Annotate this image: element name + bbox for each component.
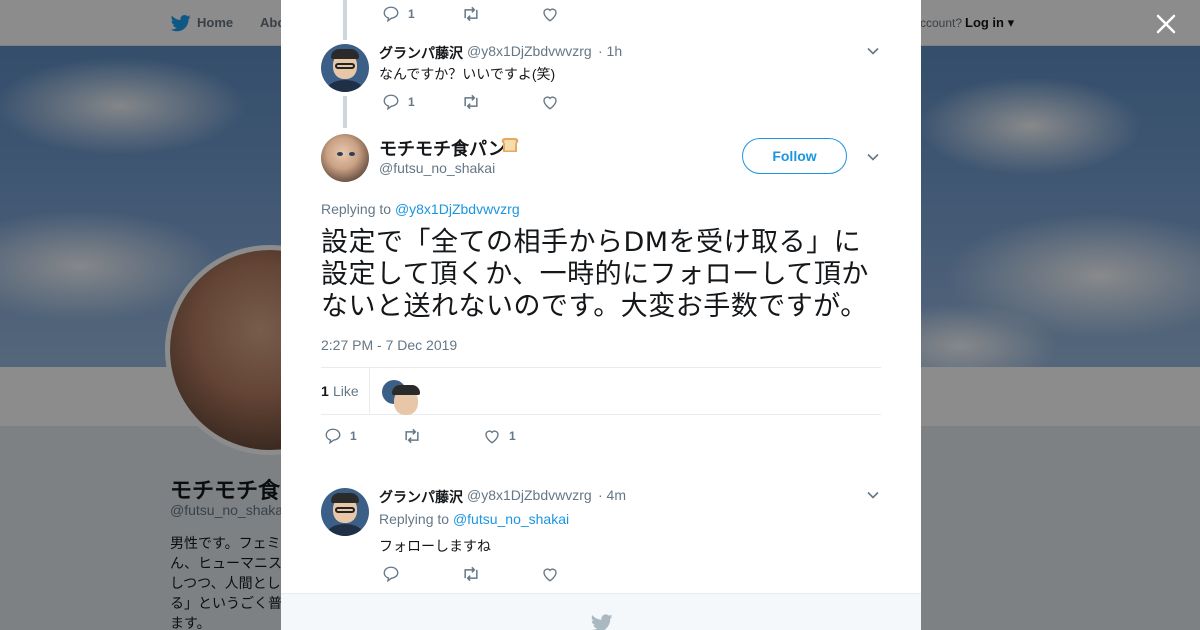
reply-action[interactable]: 1 bbox=[382, 93, 422, 111]
tweet-time[interactable]: · 1h bbox=[598, 43, 622, 59]
main-tweet-timestamp[interactable]: 2:27 PM - 7 Dec 2019 bbox=[321, 337, 457, 353]
tweet-stats: 1 Like bbox=[321, 367, 881, 415]
like-stat-label[interactable]: Like bbox=[333, 383, 359, 399]
liker-avatar[interactable] bbox=[382, 380, 420, 415]
glasses-shape bbox=[335, 63, 355, 69]
chevron-down-icon[interactable] bbox=[866, 488, 880, 502]
main-tweet-text: 設定で「全ての相手からDMを受け取る」に設定して頂くか、一時的にフォローして頂か… bbox=[321, 227, 869, 322]
tweet-author-handle[interactable]: @y8x1DjZbdvwvzrg bbox=[467, 487, 592, 503]
retweet-icon[interactable] bbox=[461, 565, 481, 583]
chevron-down-icon[interactable] bbox=[866, 150, 880, 164]
like-action[interactable]: 1 bbox=[483, 427, 523, 445]
reply-action[interactable]: 1 bbox=[382, 5, 422, 23]
replying-to-link[interactable]: @y8x1DjZbdvwvzrg bbox=[395, 201, 520, 217]
replying-to: Replying to @y8x1DjZbdvwvzrg bbox=[321, 201, 520, 217]
retweet-icon[interactable] bbox=[402, 427, 422, 445]
reply-icon bbox=[383, 6, 399, 23]
heart-icon[interactable] bbox=[541, 93, 559, 111]
avatar[interactable] bbox=[321, 44, 369, 92]
glasses-shape bbox=[335, 507, 355, 513]
reply-icon[interactable] bbox=[382, 565, 400, 583]
reply-icon bbox=[383, 94, 399, 111]
follow-button[interactable]: Follow bbox=[742, 138, 847, 174]
bread-emoji-icon bbox=[501, 138, 519, 152]
reply-action[interactable]: 1 bbox=[324, 427, 364, 445]
reply-icon bbox=[325, 428, 341, 445]
heart-icon bbox=[485, 430, 499, 444]
reply-count: 1 bbox=[408, 95, 415, 109]
avatar-eye bbox=[337, 152, 343, 156]
reply-count: 1 bbox=[350, 429, 357, 443]
replying-prefix: Replying to bbox=[379, 511, 450, 527]
avatar[interactable] bbox=[321, 488, 369, 536]
replying-to: Replying to @futsu_no_shakai bbox=[379, 511, 569, 527]
tweet-author-name[interactable]: グランパ藤沢 bbox=[379, 43, 463, 63]
main-tweet-author-handle[interactable]: @futsu_no_shakai bbox=[379, 160, 495, 176]
tweet-text: フォローしますね bbox=[379, 538, 491, 554]
thread-connector bbox=[343, 0, 347, 40]
twitter-bird-icon bbox=[591, 614, 613, 630]
tweet-author-handle[interactable]: @y8x1DjZbdvwvzrg bbox=[467, 43, 592, 59]
tweet-author-name[interactable]: グランパ藤沢 bbox=[379, 487, 463, 507]
like-count: 1 bbox=[509, 429, 516, 443]
main-tweet-author-name[interactable]: モチモチ食パン bbox=[379, 135, 506, 161]
tweet-modal: 1 グランパ藤沢 @y8x1DjZbdvwvzrg · 1h なんですか？いいで… bbox=[281, 0, 921, 630]
modal-footer bbox=[281, 593, 921, 630]
avatar-eye bbox=[349, 152, 355, 156]
thread-connector bbox=[343, 96, 347, 128]
replying-to-link[interactable]: @futsu_no_shakai bbox=[453, 511, 569, 527]
tweet-text: なんですか？いいですよ(笑) bbox=[379, 66, 556, 82]
like-stat-count[interactable]: 1 bbox=[321, 383, 329, 399]
divider bbox=[369, 368, 370, 414]
heart-icon[interactable] bbox=[541, 5, 559, 23]
chevron-down-icon[interactable] bbox=[866, 44, 880, 58]
retweet-icon[interactable] bbox=[461, 93, 481, 111]
retweet-icon[interactable] bbox=[461, 5, 481, 23]
heart-icon[interactable] bbox=[541, 565, 559, 583]
avatar[interactable] bbox=[321, 134, 369, 182]
avatar-body bbox=[327, 80, 363, 92]
reply-count: 1 bbox=[408, 7, 415, 21]
replying-prefix: Replying to bbox=[321, 201, 392, 217]
close-icon[interactable] bbox=[1154, 12, 1178, 36]
tweet-time[interactable]: · 4m bbox=[598, 487, 626, 503]
avatar-body bbox=[327, 524, 363, 536]
